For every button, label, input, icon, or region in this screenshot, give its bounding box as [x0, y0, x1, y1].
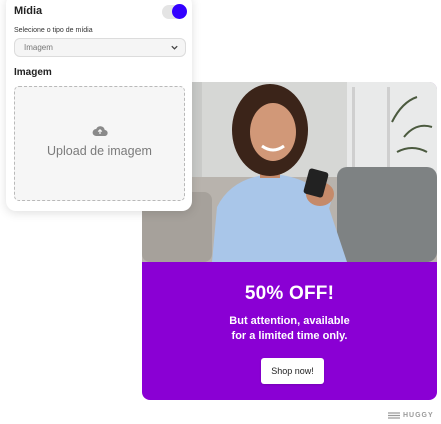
huggy-logo-text: HUGGY — [403, 411, 434, 419]
shop-now-button[interactable]: Shop now! — [261, 358, 324, 384]
cloud-upload-icon — [92, 124, 108, 142]
chevron-down-icon — [170, 43, 179, 54]
media-toggle[interactable] — [162, 4, 187, 19]
upload-image-text: Upload de imagem — [47, 144, 152, 158]
promo-subtitle: But attention, available for a limited t… — [142, 314, 437, 344]
huggy-watermark: HUGGY — [388, 406, 434, 424]
image-upload-dropzone[interactable]: Upload de imagem — [14, 86, 185, 201]
media-type-select[interactable]: Imagem — [14, 38, 186, 57]
image-section-label: Imagem — [14, 67, 52, 78]
promo-body: 50% OFF! But attention, available for a … — [142, 262, 437, 400]
promo-subtitle-line-1: But attention, available — [229, 315, 350, 327]
promo-title: 50% OFF! — [244, 283, 335, 304]
toggle-knob — [172, 4, 187, 19]
media-type-label: Selecione o tipo de mídia — [14, 27, 93, 34]
promo-subtitle-line-2: for a limited time only. — [231, 330, 348, 342]
media-type-selected-value: Imagem — [24, 43, 53, 52]
media-title: Mídia — [14, 5, 43, 17]
huggy-logo-icon — [388, 406, 400, 424]
media-settings-panel: Mídia Selecione o tipo de mídia Imagem I… — [6, 0, 192, 211]
